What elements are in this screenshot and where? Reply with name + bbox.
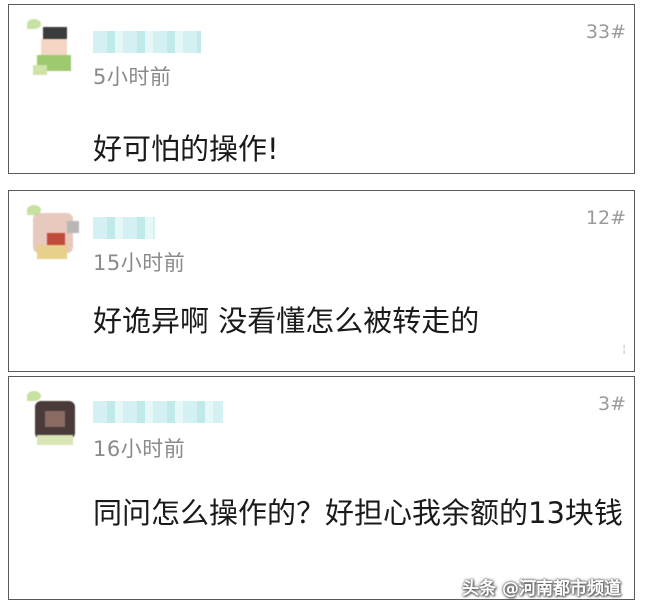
floor-number: 33#	[585, 21, 626, 43]
comment-time: 5小时前	[93, 65, 172, 89]
comment-card: 16小时前 3# 同问怎么操作的？好担心我余额的13块钱	[8, 376, 635, 600]
username-blurred[interactable]	[93, 217, 155, 239]
comment-text: 好诡异啊 没看懂怎么被转走的	[93, 304, 480, 338]
comment-time: 15小时前	[93, 251, 186, 275]
avatar[interactable]	[23, 389, 83, 449]
comment-card: 15小时前 12# 好诡异啊 没看懂怎么被转走的 ¦	[8, 190, 635, 372]
comment-text: 好可怕的操作!	[93, 132, 279, 166]
comment-text: 同问怎么操作的？好担心我余额的13块钱	[93, 496, 623, 530]
leaf-icon	[27, 205, 41, 215]
avatar[interactable]	[23, 17, 83, 77]
corner-mark: ¦	[622, 342, 626, 355]
comment-card: 5小时前 33# 好可怕的操作!	[8, 4, 635, 174]
floor-number: 3#	[597, 393, 626, 415]
username-blurred[interactable]	[93, 401, 223, 423]
floor-number: 12#	[585, 207, 626, 229]
comment-time: 16小时前	[93, 437, 186, 461]
avatar[interactable]	[23, 203, 83, 263]
username-blurred[interactable]	[93, 31, 201, 53]
leaf-icon	[27, 391, 41, 401]
leaf-icon	[27, 19, 41, 29]
source-watermark: 头条 @河南都市频道	[462, 579, 621, 599]
